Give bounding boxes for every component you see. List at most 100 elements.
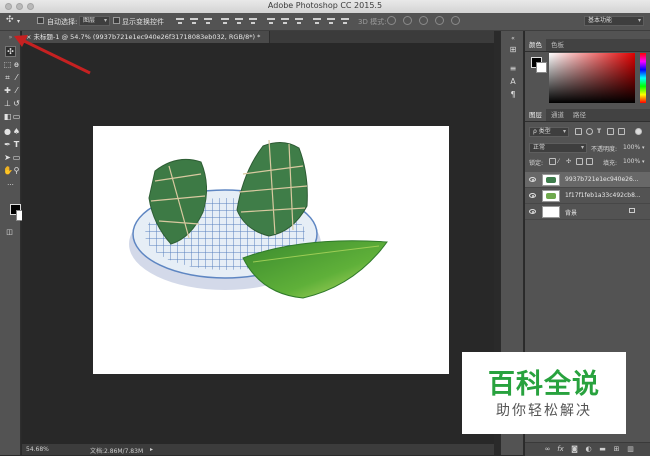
filter-shape-icon[interactable] xyxy=(607,128,614,135)
opacity-value[interactable]: 100% xyxy=(623,144,640,151)
align-bottom-icon[interactable] xyxy=(203,16,213,26)
zongzi-artwork xyxy=(129,139,388,299)
lock-icon xyxy=(629,208,635,213)
tab-channels[interactable]: 通道 xyxy=(547,109,568,121)
watermark-subtitle: 助你轻松解决 xyxy=(496,403,592,419)
align-right-icon[interactable] xyxy=(248,16,258,26)
history-icon[interactable]: ⊞ xyxy=(508,45,518,55)
opacity-label: 不透明度: xyxy=(591,146,618,153)
visibility-eye-icon[interactable] xyxy=(529,193,536,198)
layer-row[interactable]: 背景 xyxy=(525,204,650,220)
layer-thumbnail xyxy=(542,206,560,218)
mode-3d-label: 3D 模式: xyxy=(358,18,387,26)
history-brush-tool[interactable]: ↺ xyxy=(12,99,21,108)
mask-icon[interactable]: ◙ xyxy=(570,445,579,454)
roll-3d-icon xyxy=(403,16,412,25)
zoom-level[interactable]: 54.68% xyxy=(26,446,49,453)
link-icon[interactable]: ∞ xyxy=(543,445,552,454)
distribute-top-icon[interactable] xyxy=(266,16,276,26)
slide-3d-icon xyxy=(435,16,444,25)
scale-3d-icon xyxy=(451,16,460,25)
visibility-eye-icon[interactable] xyxy=(529,177,536,182)
fill-label: 填充: xyxy=(603,160,618,167)
filter-pixel-icon[interactable] xyxy=(575,128,582,135)
new-layer-icon[interactable]: ⊞ xyxy=(612,445,621,454)
fill-chevron-icon[interactable]: ▾ xyxy=(642,159,645,165)
align-left-icon[interactable] xyxy=(220,16,230,26)
distribute-right-icon[interactable] xyxy=(340,16,350,26)
character-icon[interactable]: A xyxy=(508,77,518,87)
more-tools-icon[interactable]: ··· xyxy=(6,181,15,190)
color-picker-field[interactable] xyxy=(549,53,635,103)
eraser-tool[interactable]: ◧ xyxy=(3,112,12,121)
lock-artboard-icon[interactable] xyxy=(576,158,583,165)
tab-layers[interactable]: 图层 xyxy=(525,109,546,121)
document-info: 文档:2.86M/7.83M xyxy=(90,448,144,455)
path-select-tool[interactable]: ➤ xyxy=(3,153,12,162)
zoom-tool[interactable]: ⚲ xyxy=(12,166,21,175)
layer-name: 1f17f1feb1a33c492cb8... xyxy=(565,192,641,199)
layer-name: 背景 xyxy=(565,210,578,217)
distribute-left-icon[interactable] xyxy=(312,16,322,26)
pen-tool[interactable]: ✒ xyxy=(3,140,12,149)
layer-thumbnail xyxy=(542,190,560,202)
type-tool[interactable]: T xyxy=(12,140,21,149)
blend-mode-dropdown[interactable]: 正常 xyxy=(529,143,587,153)
blur-tool[interactable]: ● xyxy=(3,127,12,136)
layer-row[interactable]: 1f17f1feb1a33c492cb8... xyxy=(525,188,650,204)
document-canvas[interactable] xyxy=(93,126,449,374)
healing-brush-tool[interactable]: ✚ xyxy=(3,86,12,95)
opacity-chevron-icon[interactable]: ▾ xyxy=(642,145,645,151)
gradient-tool[interactable]: ▭ xyxy=(12,112,21,121)
status-menu-arrow-icon[interactable]: ▸ xyxy=(150,446,153,453)
folder-icon[interactable]: ▬ xyxy=(598,445,607,454)
filter-toggle-icon[interactable] xyxy=(635,128,642,135)
tab-paths[interactable]: 路径 xyxy=(569,109,590,121)
paragraph-icon[interactable]: ¶ xyxy=(508,90,518,100)
watermark-title: 百科全说 xyxy=(488,369,600,400)
lock-paint-icon[interactable]: ⁄ xyxy=(558,158,559,165)
layers-panel-footer: ∞ fx ◙ ◐ ▬ ⊞ ▥ xyxy=(525,442,650,456)
dodge-tool[interactable]: ♠ xyxy=(12,127,21,136)
layer-row[interactable]: 9937b721e1ec940e26... xyxy=(525,172,650,188)
rectangle-tool[interactable]: ▭ xyxy=(12,153,21,162)
tab-swatches[interactable]: 色板 xyxy=(547,39,568,51)
align-top-icon[interactable] xyxy=(175,16,185,26)
distribute-bottom-icon[interactable] xyxy=(294,16,304,26)
hue-slider[interactable] xyxy=(640,53,646,103)
distribute-hcenter-icon[interactable] xyxy=(326,16,336,26)
clone-stamp-tool[interactable]: ⊥ xyxy=(3,99,12,108)
visibility-eye-icon[interactable] xyxy=(529,209,536,214)
canvas-area[interactable] xyxy=(14,35,494,444)
lock-transparent-icon[interactable] xyxy=(549,158,556,165)
blend-opacity-row: 正常 不透明度: 100% ▾ xyxy=(525,143,650,154)
fill-value[interactable]: 100% xyxy=(623,158,640,165)
workspace-dropdown[interactable]: 基本功能 xyxy=(584,16,644,26)
fx-icon[interactable]: fx xyxy=(556,445,565,454)
kind-filter-dropdown[interactable]: ρ 类型 xyxy=(529,127,569,137)
align-vcenter-icon[interactable] xyxy=(189,16,199,26)
adjustment-icon[interactable]: ◐ xyxy=(584,445,593,454)
brush-tool[interactable]: ⁄ xyxy=(12,86,21,95)
filter-type-icon[interactable]: T xyxy=(597,128,601,135)
brush-settings-icon[interactable]: ≡ xyxy=(508,64,518,74)
tab-color[interactable]: 颜色 xyxy=(525,39,546,51)
title-bar: Adobe Photoshop CC 2015.5 xyxy=(0,0,650,14)
layers-panel-tabs: 图层 通道 路径 xyxy=(525,109,650,122)
lock-position-icon[interactable]: ✣ xyxy=(566,158,571,165)
color-panel-background-swatch[interactable] xyxy=(536,62,547,73)
show-transform-checkbox[interactable] xyxy=(113,17,120,24)
quick-mask-icon[interactable]: ◫ xyxy=(5,228,14,237)
app-title: Adobe Photoshop CC 2015.5 xyxy=(267,1,383,10)
lock-all-icon[interactable] xyxy=(586,158,593,165)
filter-smart-object-icon[interactable] xyxy=(618,128,625,135)
layer-filter-row: ρ 类型 T xyxy=(525,127,650,138)
trash-icon[interactable]: ▥ xyxy=(626,445,635,454)
expand-panels-icon[interactable]: « xyxy=(508,34,518,44)
align-hcenter-icon[interactable] xyxy=(234,16,244,26)
red-arrow-annotation xyxy=(14,35,91,75)
hand-tool[interactable]: ✋ xyxy=(3,166,13,175)
watermark-logo: 百科全说 助你轻松解决 xyxy=(462,352,626,434)
filter-adjustment-icon[interactable] xyxy=(586,128,593,135)
distribute-vcenter-icon[interactable] xyxy=(280,16,290,26)
